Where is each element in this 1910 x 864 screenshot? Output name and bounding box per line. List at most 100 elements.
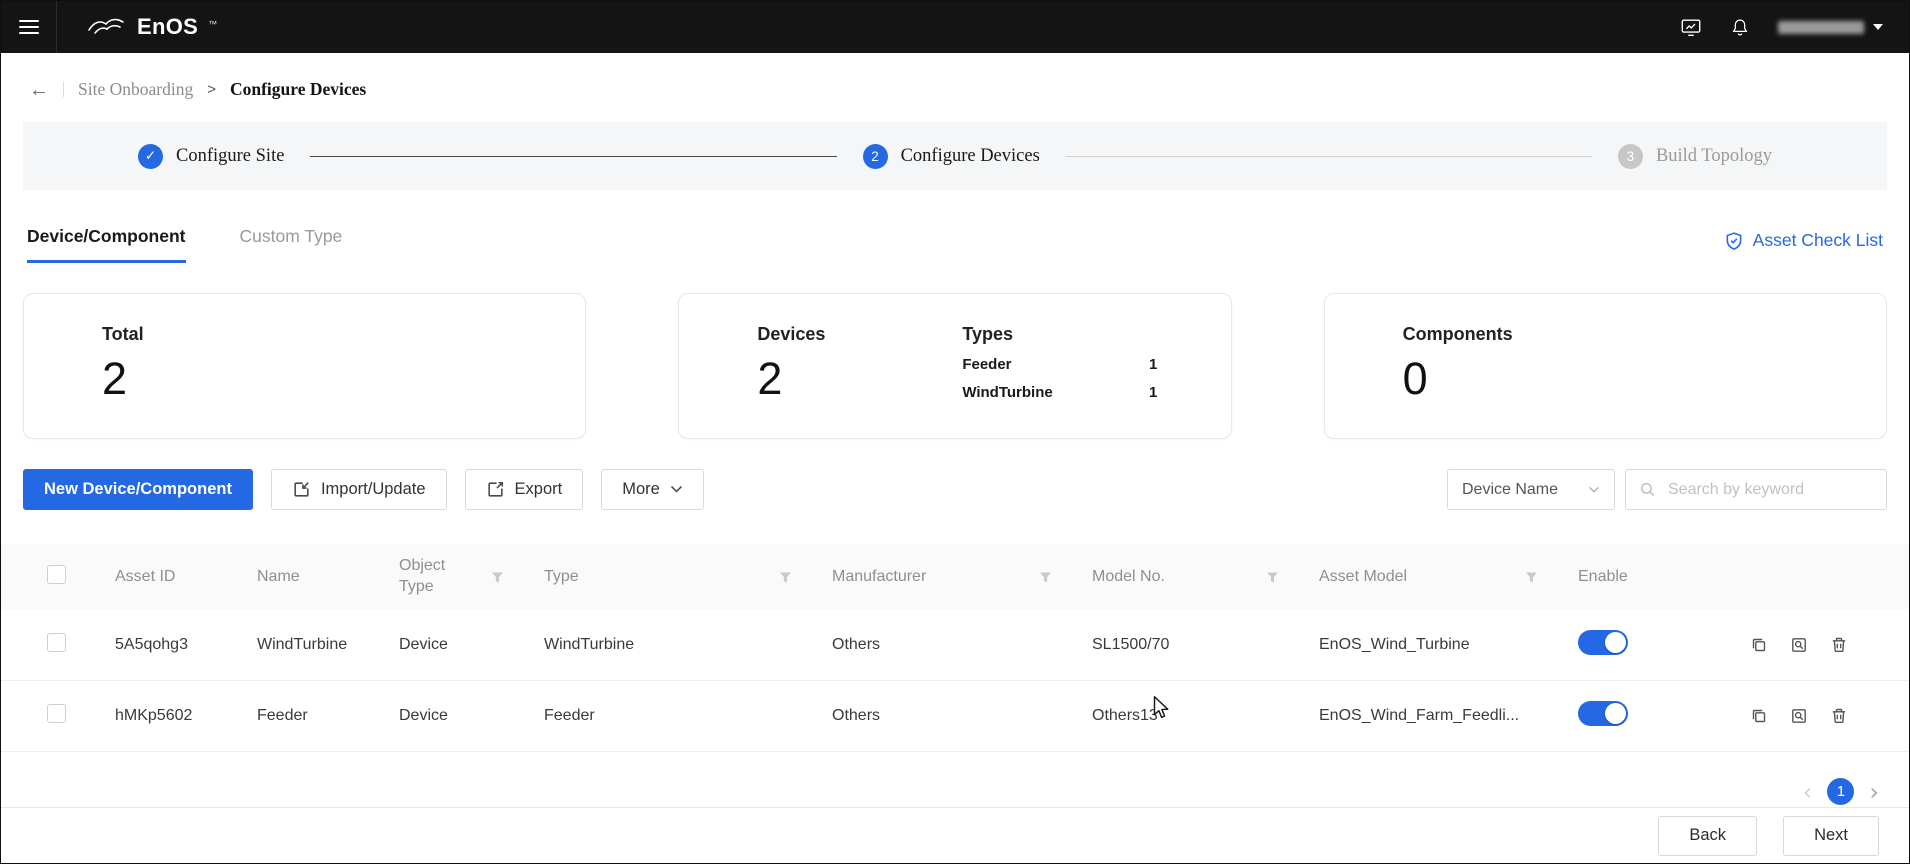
row-checkbox[interactable] (47, 633, 66, 652)
column-asset-model-label: Asset Model (1319, 568, 1407, 586)
pagination: ‹ 1 › (31, 778, 1879, 805)
enable-toggle[interactable] (1578, 630, 1628, 655)
row-actions (1724, 707, 1885, 725)
copy-icon[interactable] (1750, 707, 1768, 725)
column-type-label: Type (544, 568, 579, 586)
column-model-no[interactable]: Model No. (1092, 568, 1319, 586)
cell-type: Feeder (544, 707, 832, 725)
search-area: Device Name (1447, 469, 1887, 510)
filter-icon[interactable] (779, 571, 792, 584)
import-update-button[interactable]: Import/Update (271, 469, 447, 510)
step-build-topology[interactable]: 3 Build Topology (1618, 144, 1772, 169)
delete-icon[interactable] (1830, 707, 1848, 725)
next-button[interactable]: Next (1783, 816, 1879, 856)
row-checkbox[interactable] (47, 704, 66, 723)
cell-type: WindTurbine (544, 636, 832, 654)
breadcrumb-separator: > (207, 81, 216, 98)
components-value: 0 (1403, 355, 1846, 402)
step-configure-devices[interactable]: 2 Configure Devices (863, 144, 1040, 169)
column-name[interactable]: Name (257, 568, 399, 586)
column-manufacturer[interactable]: Manufacturer (832, 568, 1092, 586)
chevron-down-icon (1873, 24, 1883, 30)
column-type[interactable]: Type (544, 568, 832, 586)
cell-name: WindTurbine (257, 636, 399, 654)
user-account-menu[interactable] (1778, 21, 1883, 34)
total-label: Total (102, 324, 545, 345)
filter-icon[interactable] (1266, 571, 1279, 584)
copy-icon[interactable] (1750, 636, 1768, 654)
hamburger-icon (19, 16, 39, 38)
delete-icon[interactable] (1830, 636, 1848, 654)
column-manufacturer-label: Manufacturer (832, 568, 926, 586)
step2-number: 2 (863, 144, 888, 169)
onboarding-stepper: ✓ Configure Site 2 Configure Devices 3 B… (23, 122, 1887, 190)
trademark-mark: ™ (208, 19, 217, 29)
devices-value: 2 (757, 355, 962, 402)
column-asset-id[interactable]: Asset ID (115, 568, 257, 586)
export-button[interactable]: Export (465, 469, 584, 510)
user-name-redacted (1778, 21, 1864, 34)
import-icon (292, 480, 311, 499)
data-screen-icon[interactable] (1680, 17, 1702, 38)
enos-logo[interactable]: EnOS ™ (85, 15, 217, 39)
type-row-windturbine: WindTurbine 1 (962, 384, 1157, 401)
tab-device-component[interactable]: Device/Component (27, 226, 186, 263)
summary-cards: Total 2 Devices 2 Types Feeder 1 WindTur… (23, 293, 1887, 439)
type-row-feeder: Feeder 1 (962, 356, 1157, 373)
back-button[interactable]: Back (1658, 816, 1757, 856)
import-update-label: Import/Update (321, 480, 426, 499)
table-header-row: Asset ID Name Object Type Type Manufactu… (1, 544, 1909, 610)
previous-page-button[interactable]: ‹ (1803, 780, 1813, 804)
view-details-icon[interactable] (1790, 707, 1808, 725)
back-arrow-button[interactable]: ← (29, 80, 49, 100)
filter-icon[interactable] (1525, 571, 1538, 584)
tabs-bar: Device/Component Custom Type Asset Check… (27, 226, 1883, 263)
table-row[interactable]: 5A5qohg3 WindTurbine Device WindTurbine … (1, 610, 1909, 681)
asset-check-list-link[interactable]: Asset Check List (1724, 230, 1883, 263)
more-button[interactable]: More (601, 469, 704, 510)
brand-name: EnOS (137, 15, 198, 39)
cell-manufacturer: Others (832, 636, 1092, 654)
page-number-current[interactable]: 1 (1827, 778, 1854, 805)
column-object-type-label: Object Type (399, 556, 471, 598)
type-count: 1 (1149, 356, 1157, 373)
cell-asset-model: EnOS_Wind_Farm_Feedli... (1319, 707, 1578, 725)
hamburger-menu-button[interactable] (1, 1, 57, 53)
export-label: Export (515, 480, 563, 499)
step3-number: 3 (1618, 144, 1643, 169)
enable-toggle[interactable] (1578, 701, 1628, 726)
type-name: WindTurbine (962, 384, 1052, 401)
chevron-down-icon (1588, 486, 1600, 494)
search-input[interactable] (1666, 480, 1873, 500)
column-object-type[interactable]: Object Type (399, 556, 544, 598)
types-label: Types (962, 324, 1200, 345)
next-page-button[interactable]: › (1869, 780, 1879, 804)
type-name: Feeder (962, 356, 1011, 373)
column-enable[interactable]: Enable (1578, 568, 1724, 586)
table-row[interactable]: hMKp5602 Feeder Device Feeder Others Oth… (1, 681, 1909, 752)
devices-card: Devices 2 Types Feeder 1 WindTurbine 1 (678, 293, 1231, 439)
view-details-icon[interactable] (1790, 636, 1808, 654)
search-field-value: Device Name (1462, 481, 1558, 499)
step-configure-site[interactable]: ✓ Configure Site (138, 144, 284, 169)
column-asset-model[interactable]: Asset Model (1319, 568, 1578, 586)
configure-devices-page: EnOS ™ (0, 0, 1910, 864)
breadcrumb-parent[interactable]: Site Onboarding (78, 79, 193, 100)
page-title: Configure Devices (230, 79, 366, 100)
filter-icon[interactable] (1039, 571, 1052, 584)
search-field-select[interactable]: Device Name (1447, 469, 1615, 510)
breadcrumb: ← Site Onboarding > Configure Devices (1, 53, 1909, 100)
tab-custom-type[interactable]: Custom Type (240, 226, 343, 263)
cell-asset-id: hMKp5602 (115, 707, 257, 725)
notifications-bell-icon[interactable] (1730, 17, 1750, 38)
asset-check-shield-icon (1724, 231, 1744, 251)
select-all-checkbox[interactable] (47, 565, 66, 584)
new-device-component-button[interactable]: New Device/Component (23, 469, 253, 510)
search-icon (1639, 481, 1656, 498)
filter-icon[interactable] (491, 571, 504, 584)
cell-object-type: Device (399, 707, 544, 725)
components-label: Components (1403, 324, 1846, 345)
top-navigation-bar: EnOS ™ (1, 1, 1909, 53)
asset-check-list-label: Asset Check List (1753, 230, 1883, 251)
step2-label: Configure Devices (901, 146, 1040, 167)
